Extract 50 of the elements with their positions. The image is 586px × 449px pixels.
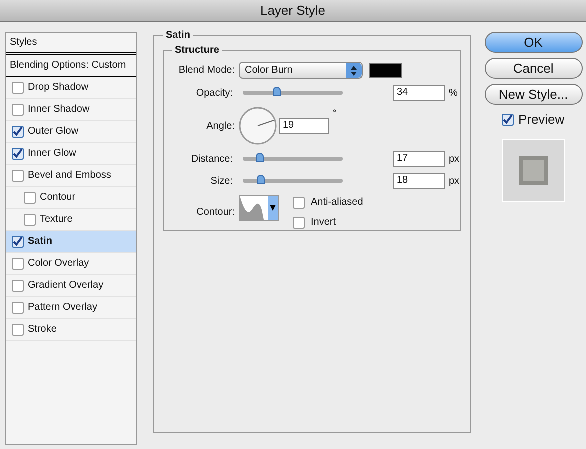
checkbox[interactable] (293, 196, 305, 208)
field-label: Blend Mode: (178, 64, 236, 78)
checkbox[interactable] (12, 258, 24, 270)
checkbox[interactable] (293, 216, 305, 228)
checkbox[interactable] (12, 280, 24, 292)
list-header: Styles (6, 33, 136, 55)
field-label: Distance: (190, 152, 234, 166)
slider-thumb[interactable] (273, 87, 281, 96)
number-field[interactable]: 18 (393, 173, 445, 189)
checkbox[interactable] (24, 192, 36, 204)
angle-dial[interactable] (239, 107, 277, 145)
dialog-button[interactable]: New Style... (484, 84, 583, 105)
unit-label: % (449, 86, 458, 100)
slider-thumb[interactable] (256, 153, 264, 162)
number-field[interactable]: 34 (393, 85, 445, 101)
field-label: Angle: (206, 120, 236, 134)
checkbox[interactable] (12, 170, 24, 182)
preview-thumbnail (502, 138, 566, 202)
slider-thumb[interactable] (257, 175, 265, 184)
preview-label: Preview (518, 111, 565, 129)
field-label: Size: (210, 174, 234, 188)
dialog-button[interactable]: OK (484, 32, 583, 53)
blend-mode-dropdown[interactable]: Color Burn (239, 62, 363, 79)
dropdown-arrows-icon (346, 63, 362, 78)
unit-label: ° (333, 107, 337, 120)
number-field[interactable]: 19 (279, 118, 329, 134)
field-label: Opacity: (195, 86, 234, 100)
checkbox[interactable] (12, 104, 24, 116)
unit-label: px (449, 174, 460, 188)
checkbox[interactable] (24, 214, 36, 226)
caret-icon (268, 196, 278, 220)
unit-label: px (449, 152, 460, 166)
style-list-item[interactable]: Satin (6, 231, 136, 253)
checkbox[interactable] (12, 126, 24, 138)
window-title: Layer Style (260, 2, 326, 20)
checkbox[interactable] (502, 114, 514, 126)
option-label: Anti-aliased (311, 196, 364, 210)
number-field[interactable]: 17 (393, 151, 445, 167)
group-title: Structure (174, 44, 220, 58)
checkbox[interactable] (12, 324, 24, 336)
field-label: Contour: (196, 206, 236, 220)
color-swatch[interactable] (369, 63, 402, 78)
checkbox[interactable] (12, 148, 24, 160)
group-title: Satin (165, 29, 192, 43)
contour-picker[interactable] (239, 195, 279, 221)
checkbox[interactable] (12, 236, 24, 248)
checkbox[interactable] (12, 82, 24, 94)
dialog-button[interactable]: Cancel (484, 58, 583, 79)
checkbox[interactable] (12, 302, 24, 314)
option-label: Invert (311, 216, 336, 230)
